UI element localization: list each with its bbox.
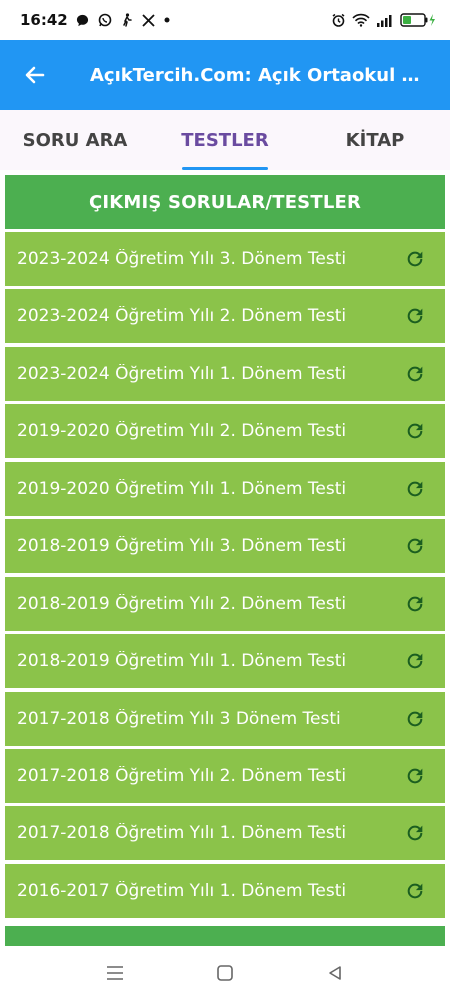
tab-testler[interactable]: TESTLER [150,110,300,170]
list-item[interactable]: 2023-2024 Öğretim Yılı 2. Dönem Testi [5,289,445,344]
list-item[interactable]: 2017-2018 Öğretim Yılı 1. Dönem Testi [5,806,445,861]
list-item-label: 2017-2018 Öğretim Yılı 3 Dönem Testi [17,708,341,729]
list-item[interactable]: 2018-2019 Öğretim Yılı 2. Dönem Testi [5,576,445,631]
refresh-icon[interactable] [403,592,427,616]
home-button[interactable] [205,953,245,993]
tab-bar: SORU ARA TESTLER KİTAP [0,110,450,170]
list-item[interactable]: 2018-2019 Öğretim Yılı 1. Dönem Testi [5,634,445,689]
dot-icon [164,17,170,23]
menu-icon [107,966,123,980]
list-item-label: 2019-2020 Öğretim Yılı 2. Dönem Testi [17,421,347,442]
status-notification-icons [76,13,170,27]
back-triangle-icon [329,966,341,980]
list-item-label: 2016-2017 Öğretim Yılı 1. Dönem Testi [17,880,347,901]
refresh-icon[interactable] [403,304,427,328]
home-square-icon [217,965,233,981]
tab-kitap[interactable]: KİTAP [300,110,450,170]
arrow-left-icon [25,66,45,84]
nav-back-button[interactable] [315,953,355,993]
list-item[interactable]: 2017-2018 Öğretim Yılı 3 Dönem Testi [5,691,445,746]
list-item-label: 2023-2024 Öğretim Yılı 1. Dönem Testi [17,363,347,384]
list-item[interactable]: 2018-2019 Öğretim Yılı 3. Dönem Testi [5,519,445,574]
refresh-icon[interactable] [403,649,427,673]
list-item-label: 2017-2018 Öğretim Yılı 1. Dönem Testi [17,823,347,844]
wifi-icon [352,13,370,27]
list-item-label: 2018-2019 Öğretim Yılı 2. Dönem Testi [17,593,347,614]
app-title: AçıkTercih.Com: Açık Ortaokul Uygulaması [90,64,430,86]
battery-charging-icon [400,13,436,27]
signal-icon [376,14,394,27]
list-item[interactable]: 2016-2017 Öğretim Yılı 1. Dönem Testi [5,863,445,918]
refresh-icon[interactable] [403,534,427,558]
refresh-icon[interactable] [403,707,427,731]
list-item-label: 2018-2019 Öğretim Yılı 1. Dönem Testi [17,651,347,672]
list-item[interactable]: 2023-2024 Öğretim Yılı 3. Dönem Testi [5,232,445,286]
list-item-label: 2019-2020 Öğretim Yılı 1. Dönem Testi [17,478,347,499]
list-item[interactable]: 2019-2020 Öğretim Yılı 2. Dönem Testi [5,404,445,459]
refresh-icon[interactable] [403,879,427,903]
status-system-icons [331,13,436,28]
refresh-icon[interactable] [403,362,427,386]
status-time: 16:42 [20,11,68,29]
x-logo-icon [142,13,155,27]
back-button[interactable] [0,40,70,110]
refresh-icon[interactable] [403,419,427,443]
content-area[interactable]: ÇIKMIŞ SORULAR/TESTLER 2023-2024 Öğretim… [0,170,450,946]
status-bar: 16:42 [0,0,450,40]
refresh-icon[interactable] [403,821,427,845]
list-item[interactable]: 2017-2018 Öğretim Yılı 2. Dönem Testi [5,748,445,803]
list-item-label: 2018-2019 Öğretim Yılı 3. Dönem Testi [17,536,347,557]
list-item-label: 2023-2024 Öğretim Yılı 2. Dönem Testi [17,306,347,327]
list-item[interactable]: 2019-2020 Öğretim Yılı 1. Dönem Testi [5,461,445,516]
list-item-label: 2023-2024 Öğretim Yılı 3. Dönem Testi [17,249,347,269]
walking-person-icon [121,13,133,27]
tab-soru-ara[interactable]: SORU ARA [0,110,150,170]
refresh-icon[interactable] [403,247,427,271]
list-item[interactable]: 2023-2024 Öğretim Yılı 1. Dönem Testi [5,346,445,401]
section-header: ÇIKMIŞ SORULAR/TESTLER [5,175,445,229]
test-list: 2023-2024 Öğretim Yılı 3. Dönem Testi 202… [5,232,445,921]
recent-apps-button[interactable] [95,953,135,993]
chat-bubble-icon [76,14,89,27]
list-item-label: 2017-2018 Öğretim Yılı 2. Dönem Testi [17,765,347,786]
refresh-icon[interactable] [403,477,427,501]
app-bar: AçıkTercih.Com: Açık Ortaokul Uygulaması [0,40,450,110]
refresh-icon[interactable] [403,764,427,788]
alarm-icon [331,13,346,28]
whatsapp-icon [98,13,112,27]
system-nav-bar [0,946,450,1000]
next-section-header [5,926,445,946]
